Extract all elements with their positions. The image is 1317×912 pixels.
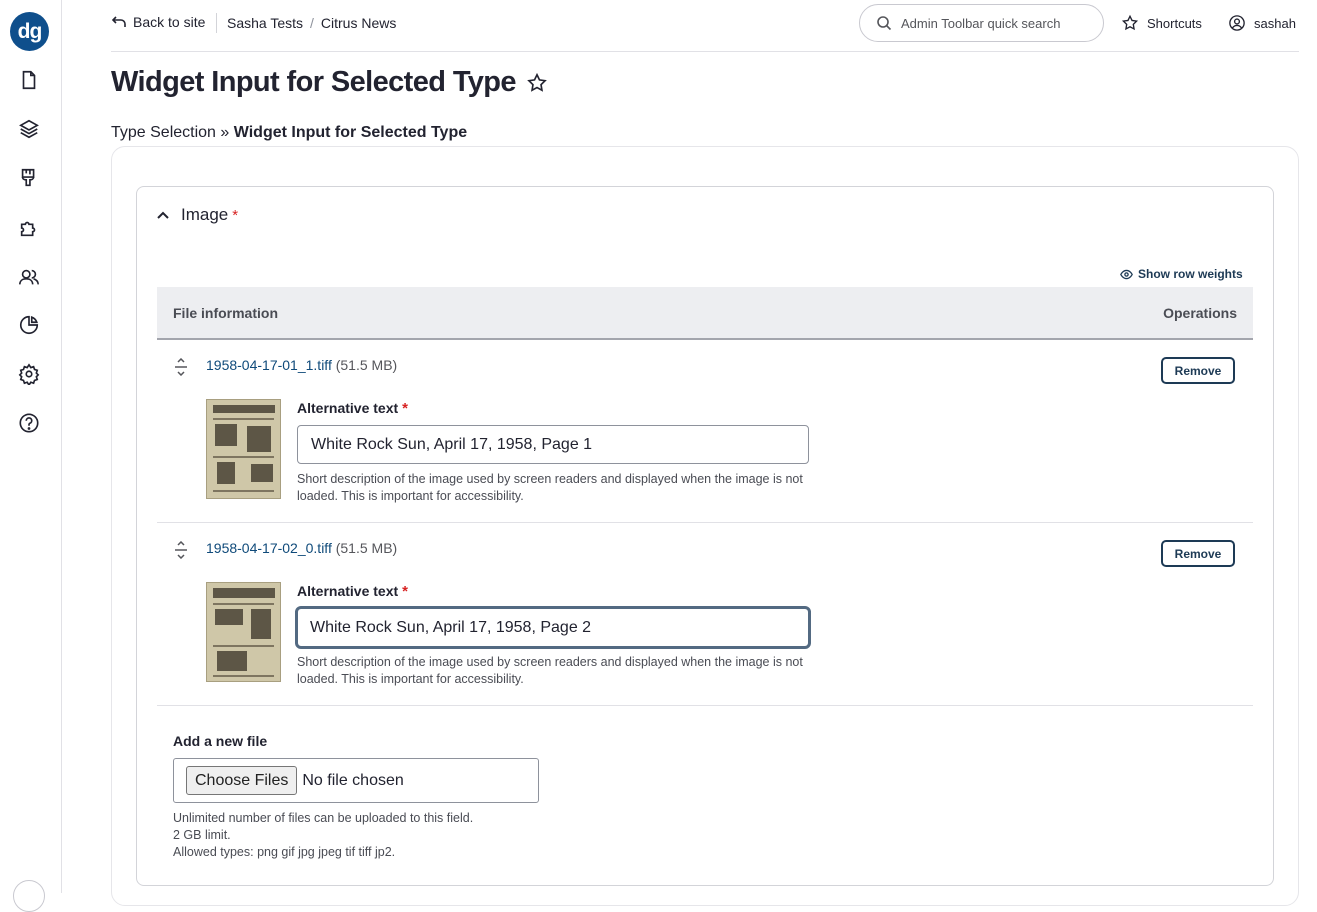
upload-allowed-types: Allowed types: png gif jpg jpeg tif tiff…	[173, 845, 396, 859]
back-arrow-icon	[111, 16, 126, 27]
page-title-text: Widget Input for Selected Type	[111, 66, 517, 98]
gear-icon[interactable]	[17, 362, 41, 386]
logo-text: dg	[17, 19, 43, 43]
alt-text-input[interactable]: White Rock Sun, April 17, 1958, Page 2	[295, 606, 811, 649]
file-icon[interactable]	[17, 68, 41, 92]
breadcrumb-item-citrus-news[interactable]: Citrus News	[321, 15, 396, 31]
alt-text-value: White Rock Sun, April 17, 1958, Page 1	[311, 435, 593, 453]
username: sashah	[1254, 15, 1296, 31]
breadcrumb-separator: /	[310, 15, 314, 31]
required-marker: *	[402, 400, 408, 417]
user-icon	[1229, 15, 1245, 31]
users-icon[interactable]	[17, 265, 41, 289]
alt-text-value: White Rock Sun, April 17, 1958, Page 2	[310, 618, 592, 636]
top-toolbar: Back to site Sasha Tests / Citrus News A…	[111, 0, 1299, 52]
upload-limit-count: Unlimited number of files can be uploade…	[173, 811, 474, 825]
required-marker: *	[232, 206, 239, 224]
help-icon[interactable]	[17, 411, 41, 435]
image-field-toggle[interactable]: Image *	[156, 205, 238, 225]
required-marker: *	[402, 583, 408, 600]
image-thumbnail	[206, 582, 281, 682]
show-row-weights-label: Show row weights	[1138, 267, 1243, 281]
no-file-chosen-text: No file chosen	[302, 771, 404, 789]
image-field-label: Image	[181, 205, 229, 224]
eye-icon	[1120, 269, 1133, 279]
file-info: 1958-04-17-01_1.tiff (51.5 MB)	[206, 357, 397, 373]
show-row-weights-button[interactable]: Show row weights	[1120, 267, 1243, 281]
chevron-up-icon	[157, 211, 169, 219]
file-link[interactable]: 1958-04-17-01_1.tiff	[206, 357, 332, 373]
table-row: 1958-04-17-02_0.tiff (51.5 MB) Remove Al…	[157, 523, 1253, 706]
back-to-site-link[interactable]: Back to site	[111, 14, 205, 30]
favorite-star-icon[interactable]	[526, 72, 548, 94]
admin-sidebar: dg	[0, 0, 62, 912]
admin-search-input[interactable]: Admin Toolbar quick search	[859, 4, 1104, 42]
table-header: File information Operations	[157, 287, 1253, 340]
star-icon	[1121, 14, 1139, 31]
add-new-file-label: Add a new file	[173, 733, 268, 749]
paintbrush-icon[interactable]	[17, 166, 41, 190]
image-thumbnail	[206, 399, 281, 499]
alt-text-description: Short description of the image used by s…	[297, 655, 803, 686]
puzzle-icon[interactable]	[17, 216, 41, 240]
back-to-site-label: Back to site	[133, 14, 206, 30]
alt-text-input[interactable]: White Rock Sun, April 17, 1958, Page 1	[297, 425, 809, 464]
layers-icon[interactable]	[17, 117, 41, 141]
search-placeholder: Admin Toolbar quick search	[901, 15, 1061, 31]
workflow-step-current: Widget Input for Selected Type	[233, 124, 468, 141]
workflow-separator: »	[220, 124, 230, 141]
choose-files-button[interactable]: Choose Files	[186, 766, 298, 795]
alt-text-label: Alternative text *	[297, 400, 408, 417]
breadcrumb-item-sasha-tests[interactable]: Sasha Tests	[227, 15, 303, 31]
remove-button[interactable]: Remove	[1161, 357, 1235, 384]
drag-handle-icon[interactable]	[173, 541, 189, 559]
remove-button[interactable]: Remove	[1161, 540, 1235, 567]
alt-text-label-text: Alternative text	[297, 400, 399, 416]
shortcuts-label: Shortcuts	[1147, 15, 1202, 31]
pie-chart-icon[interactable]	[17, 313, 41, 337]
file-info: 1958-04-17-02_0.tiff (51.5 MB)	[206, 540, 397, 556]
alt-text-label-text: Alternative text	[297, 583, 399, 599]
alt-text-description: Short description of the image used by s…	[297, 472, 803, 503]
drag-handle-icon[interactable]	[173, 358, 189, 376]
site-logo[interactable]: dg	[10, 12, 49, 51]
shortcuts-button[interactable]: Shortcuts	[1121, 14, 1202, 32]
alt-text-label: Alternative text *	[297, 583, 408, 600]
page-title: Widget Input for Selected Type	[111, 66, 548, 99]
file-upload-input[interactable]: Choose Files No file chosen	[173, 758, 539, 803]
upload-description: Unlimited number of files can be uploade…	[173, 810, 473, 861]
breadcrumb: Sasha Tests / Citrus News	[227, 15, 396, 31]
collapse-sidebar-button[interactable]	[13, 880, 45, 912]
upload-limit-size: 2 GB limit.	[173, 828, 231, 842]
workflow-step-type-selection: Type Selection	[111, 124, 216, 141]
workflow-steps: Type Selection » Widget Input for Select…	[111, 124, 467, 142]
column-file-information: File information	[173, 305, 278, 321]
search-icon	[877, 16, 892, 31]
user-menu-button[interactable]: sashah	[1228, 14, 1296, 32]
toolbar-divider	[216, 13, 217, 33]
file-link[interactable]: 1958-04-17-02_0.tiff	[206, 540, 332, 556]
file-size: (51.5 MB)	[335, 357, 398, 373]
table-row: 1958-04-17-01_1.tiff (51.5 MB) Remove Al…	[157, 340, 1253, 523]
column-operations: Operations	[1163, 305, 1237, 321]
file-size: (51.5 MB)	[335, 540, 398, 556]
